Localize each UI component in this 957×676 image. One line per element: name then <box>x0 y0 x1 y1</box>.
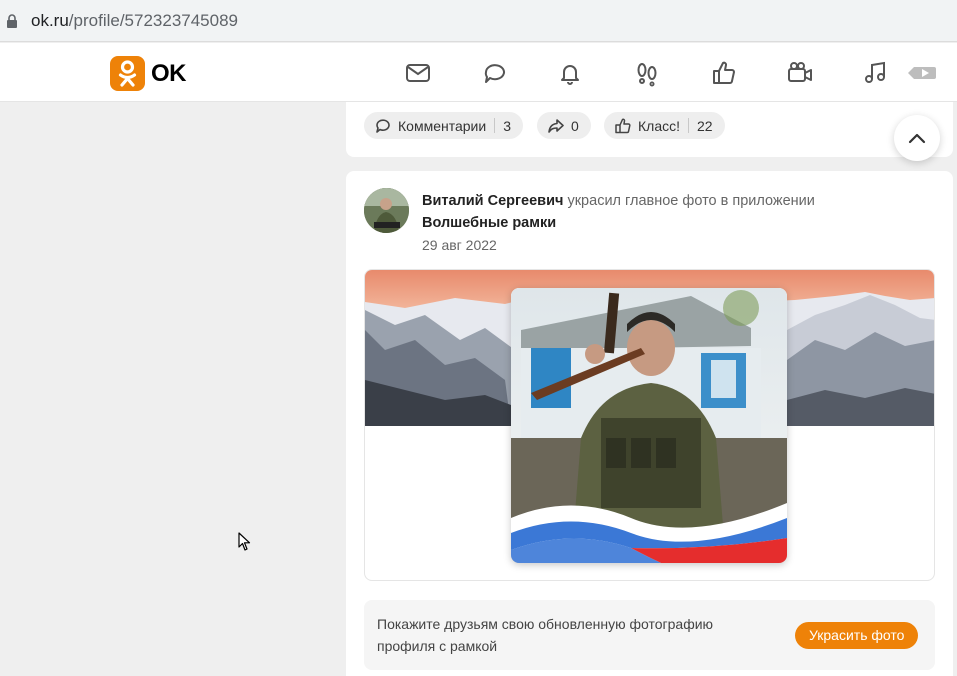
browser-address-bar[interactable]: ok.ru/profile/572323745089 <box>0 0 957 42</box>
comments-label: Комментарии <box>398 117 487 134</box>
shares-count: 0 <box>571 117 579 134</box>
likes-count: 22 <box>697 117 713 134</box>
discussions-icon[interactable] <box>481 59 509 87</box>
scroll-to-top-button[interactable] <box>894 115 940 161</box>
logo-text: OK <box>151 59 187 87</box>
likes-label: Класс! <box>638 117 680 134</box>
feed-post: Виталий Сергеевич украсил главное фото в… <box>346 171 953 676</box>
app-name-link[interactable]: Волшебные рамки <box>422 215 556 231</box>
mouse-cursor-icon <box>238 532 251 551</box>
url-text[interactable]: ok.ru/profile/572323745089 <box>31 11 238 31</box>
guests-icon[interactable] <box>633 59 661 87</box>
comments-count: 3 <box>503 117 511 134</box>
url-host: ok.ru <box>31 11 69 30</box>
previous-post-footer: Комментарии 3 0 Класс! 22 <box>346 102 953 157</box>
chevron-up-icon <box>908 133 926 144</box>
comment-icon <box>376 118 390 133</box>
music-icon[interactable] <box>862 59 890 87</box>
divider <box>494 118 496 133</box>
share-button[interactable]: 0 <box>537 112 591 139</box>
post-headline: Виталий Сергеевич украсил главное фото в… <box>422 190 902 234</box>
author-avatar[interactable] <box>364 188 409 233</box>
post-date: 29 авг 2022 <box>422 237 497 253</box>
comments-button[interactable]: Комментарии 3 <box>364 112 523 139</box>
likes-icon[interactable] <box>710 59 738 87</box>
video-tab-icon[interactable] <box>906 59 938 87</box>
post-media[interactable] <box>364 269 935 581</box>
like-button[interactable]: Класс! 22 <box>604 112 725 139</box>
share-icon <box>548 118 564 133</box>
video-icon[interactable] <box>786 59 814 87</box>
top-navigation: OK <box>0 43 957 102</box>
url-path: /profile/572323745089 <box>68 11 238 30</box>
author-name-link[interactable]: Виталий Сергеевич <box>422 193 563 209</box>
mail-icon[interactable] <box>404 59 432 87</box>
decorate-photo-button[interactable]: Украсить фото <box>795 622 919 649</box>
ok-logo-icon <box>110 56 145 91</box>
ok-logo[interactable]: OK <box>110 56 187 91</box>
framed-profile-photo[interactable] <box>511 288 787 563</box>
cta-text: Покажите друзьям свою обновленную фотогр… <box>377 616 714 654</box>
notifications-icon[interactable] <box>556 59 584 87</box>
post-action-text: украсил главное фото в приложении <box>563 193 815 209</box>
thumbs-up-icon <box>615 118 631 133</box>
cta-box: Покажите друзьям свою обновленную фотогр… <box>364 600 935 670</box>
lock-icon <box>7 14 17 28</box>
divider <box>688 118 689 133</box>
